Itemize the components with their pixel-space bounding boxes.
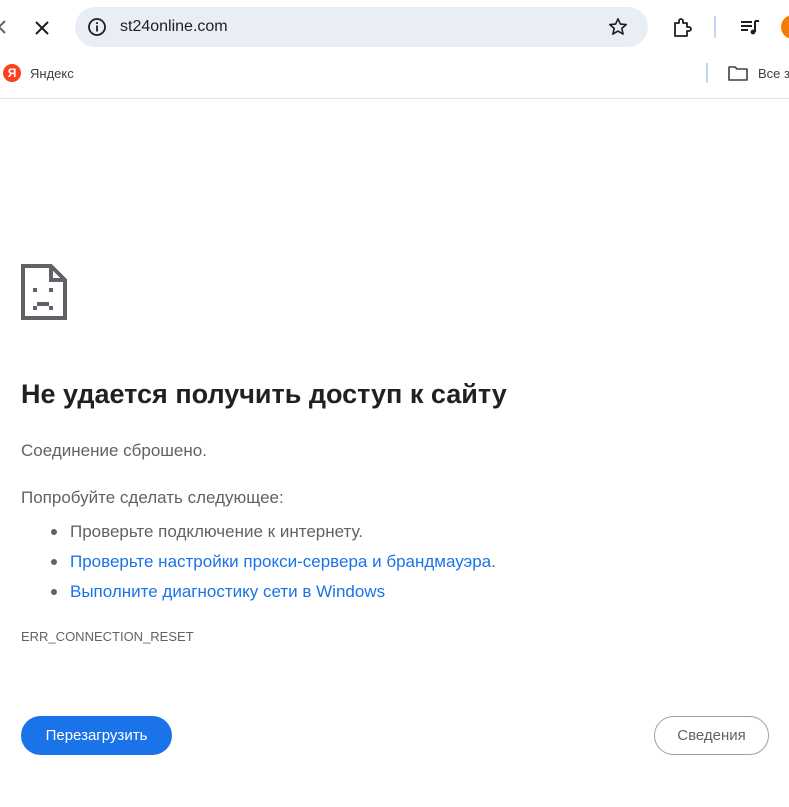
reload-button[interactable]: Перезагрузить [21, 716, 172, 755]
suggestion-suffix: . [491, 552, 496, 571]
error-description: Соединение сброшено. [21, 441, 207, 460]
puzzle-icon [674, 18, 692, 37]
suggestions-list: Проверьте подключение к интернету. Прове… [21, 517, 496, 607]
yandex-logo-icon: Я [3, 64, 21, 82]
profile-avatar[interactable] [781, 15, 789, 39]
list-item: Проверьте подключение к интернету. [21, 517, 496, 547]
bullet-icon [51, 559, 57, 565]
suggestion-check-connection: Проверьте подключение к интернету. [70, 522, 364, 541]
all-bookmarks-folder[interactable]: Все з [728, 63, 789, 83]
details-button[interactable]: Сведения [654, 716, 769, 755]
bullet-icon [51, 589, 57, 595]
list-item: Проверьте настройки прокси-сервера и бра… [21, 547, 496, 577]
close-icon [35, 21, 49, 35]
back-arrow-icon[interactable] [0, 20, 6, 39]
network-diagnostics-link[interactable]: Выполните диагностику сети в Windows [70, 582, 385, 602]
bookmark-label: Яндекс [30, 65, 74, 81]
sad-page-icon [21, 264, 67, 320]
site-info-icon[interactable] [85, 15, 109, 39]
list-item: Выполните диагностику сети в Windows [21, 577, 496, 607]
suggestions-heading: Попробуйте сделать следующее: [21, 488, 284, 507]
bookmarks-bar: Я Яндекс Все з [0, 56, 789, 99]
extensions-button[interactable] [668, 14, 696, 42]
error-title: Не удается получить доступ к сайту [21, 379, 507, 409]
toolbar-divider [714, 16, 716, 38]
error-code: ERR_CONNECTION_RESET [21, 629, 194, 644]
media-controls-button[interactable] [736, 14, 764, 42]
address-bar[interactable]: st24online.com [75, 7, 648, 47]
url-text[interactable]: st24online.com [120, 18, 228, 36]
bookmark-yandex[interactable]: Я Яндекс [3, 63, 74, 83]
bookmark-label: Все з [758, 65, 789, 81]
folder-icon [728, 66, 748, 81]
proxy-firewall-link[interactable]: Проверьте настройки прокси-сервера и бра… [70, 552, 491, 572]
stop-loading-button[interactable] [28, 14, 56, 42]
bookmarks-divider [706, 63, 708, 83]
browser-toolbar: st24online.com [0, 0, 789, 56]
queue-music-icon [741, 20, 759, 35]
bullet-icon [51, 529, 57, 535]
bookmark-star-icon[interactable] [606, 15, 630, 39]
